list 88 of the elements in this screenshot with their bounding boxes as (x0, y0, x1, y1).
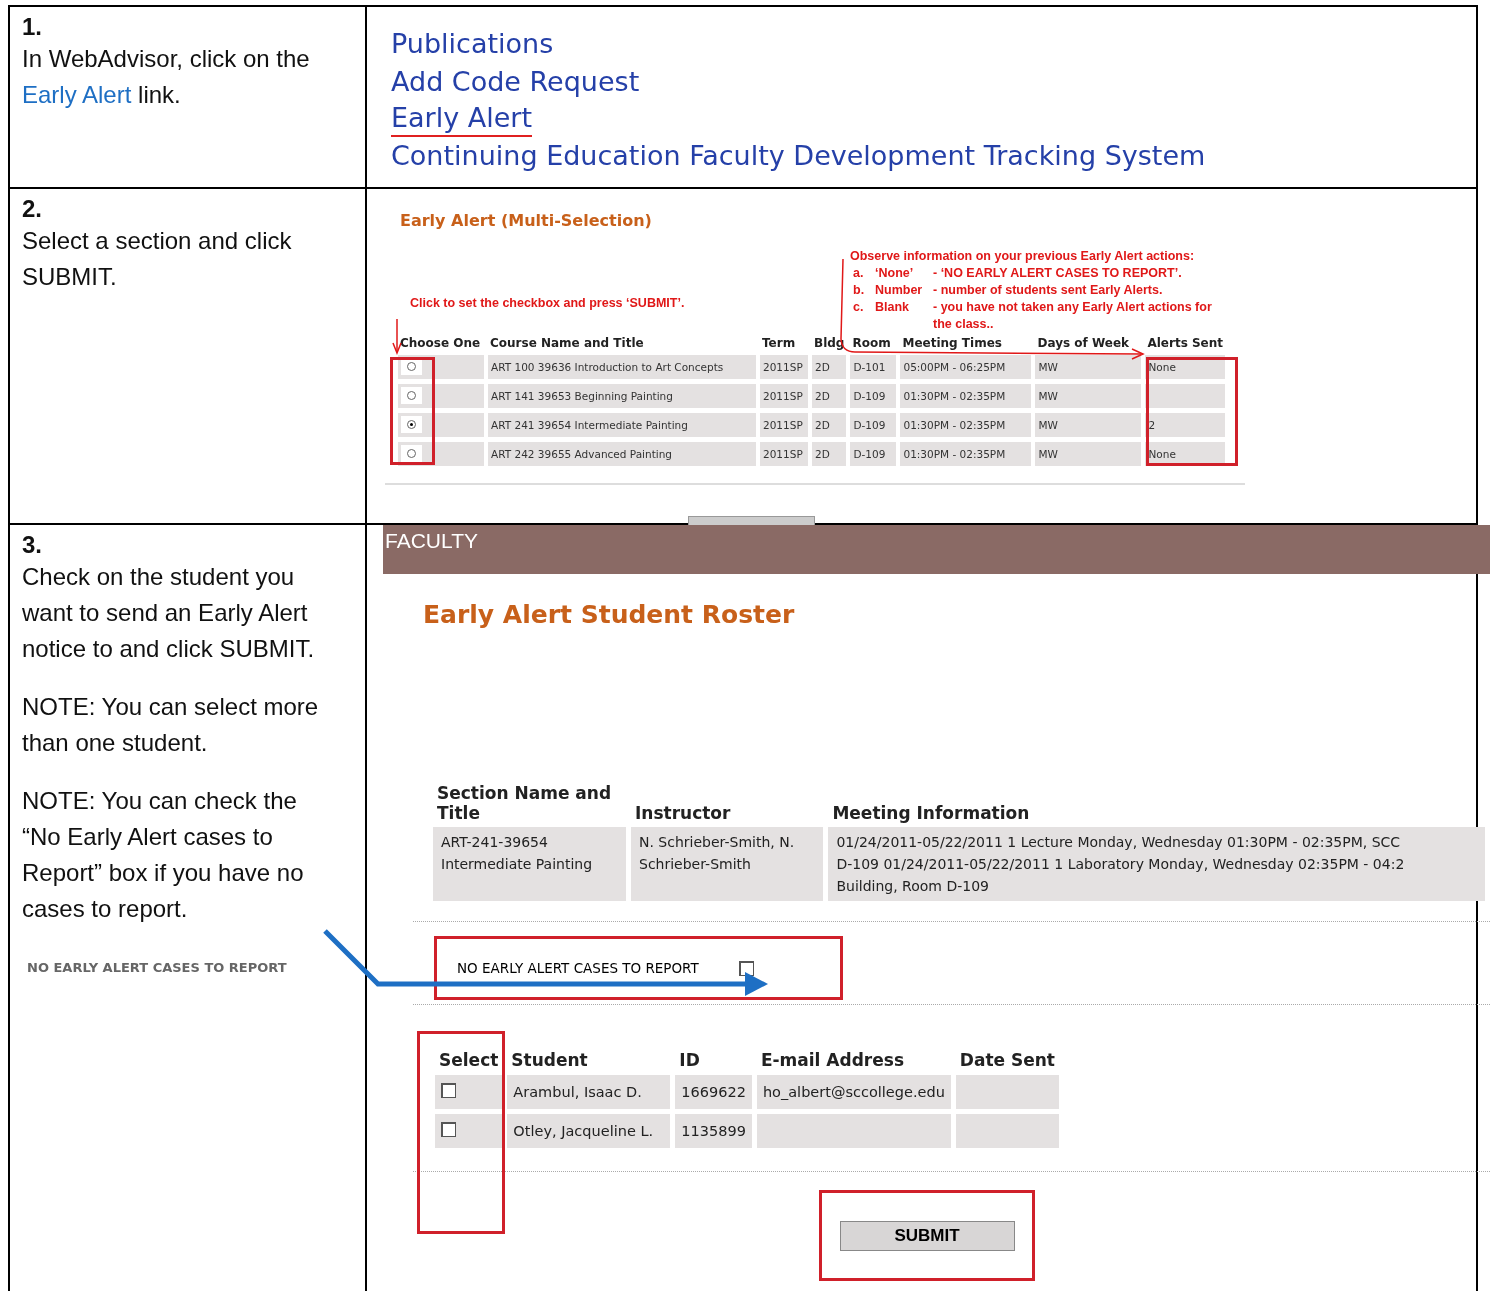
table-cell: N. Schrieber-Smith, N. Schrieber-Smith (631, 827, 824, 901)
table-cell: 01:30PM - 02:35PM (900, 384, 1032, 408)
radio-button[interactable] (407, 361, 416, 371)
annotation-text: - number of students sent Early Alerts. (933, 282, 1164, 299)
page-title: Early Alert Student Roster (423, 600, 796, 629)
column-header: Meeting Information (831, 802, 1031, 823)
inset-label: NO EARLY ALERT CASES TO REPORT (27, 960, 287, 975)
annotation-term: Blank (875, 299, 911, 316)
column-header: ID (678, 1050, 701, 1070)
checkbox-label: NO EARLY ALERT CASES TO REPORT (457, 960, 699, 976)
column-header: Select (438, 1050, 500, 1070)
column-header: Choose One (399, 336, 482, 350)
early-alert-link[interactable]: Early Alert (22, 81, 132, 108)
table-cell: 01/24/2011-05/22/2011 1 Lecture Monday, Wednesday 01:30PM - 02:35PM, SCC D-109 01/24/2011-05/22/2011 1 Laboratory Monday, Wednesday 02:35PM - 04:2 Building, Room D-109 (828, 827, 1485, 901)
column-header: Term (761, 336, 797, 350)
radio-button[interactable] (407, 419, 416, 429)
annotation-term: ‘None’ (875, 265, 915, 282)
table-cell: D-109 (850, 442, 897, 466)
radio-button[interactable] (407, 448, 416, 458)
step-number: 1. (22, 13, 43, 41)
page-title: Early Alert (Multi-Selection) (400, 211, 652, 230)
checkbox[interactable] (441, 1122, 456, 1137)
table-cell: D-109 (850, 413, 897, 437)
annotation-heading: Observe information on your previous Early Alert actions: (850, 248, 1196, 265)
list-letter: c. (853, 299, 865, 316)
annotation-text: - you have not taken any Early Alert actions for the class.. (933, 299, 1213, 333)
list-letter: a. (853, 265, 865, 282)
submit-button[interactable] (688, 516, 815, 526)
table-cell: ART 100 39636 Introduction to Art Concepts (488, 355, 756, 379)
table-cell: 1135899 (675, 1114, 752, 1148)
column-header: Days of Week (1036, 336, 1130, 350)
table-cell: ho_albert@sccollege.edu (756, 1075, 951, 1109)
column-header: Instructor (634, 802, 732, 823)
table-cell: Otley, Jacqueline L. (507, 1114, 671, 1148)
table-cell: ART 241 39654 Intermediate Painting (488, 413, 756, 437)
table-cell: ART 141 39653 Beginning Painting (488, 384, 756, 408)
annotation-arrow (392, 318, 402, 355)
menu-link[interactable]: Add Code Request (391, 63, 640, 101)
column-header: Meeting Times (901, 336, 1003, 350)
table-cell: 2D (812, 413, 847, 437)
table-cell: 2011SP (760, 442, 808, 466)
checkbox[interactable] (738, 960, 754, 976)
table-cell: 2D (812, 355, 847, 379)
table-cell: 01:30PM - 02:35PM (900, 413, 1032, 437)
table-cell: 2011SP (760, 355, 808, 379)
step-number: 3. (22, 531, 43, 559)
table-cell: Arambul, Isaac D. (507, 1075, 671, 1109)
table-cell: 2D (812, 442, 847, 466)
step-text: Check on the student you want to send an Early Alert notice to and click SUBMIT. (22, 562, 316, 664)
table-cell: MW (1035, 442, 1142, 466)
menu-link[interactable]: Continuing Education Faculty Development Tracking System (391, 137, 1206, 175)
table-cell: 2011SP (760, 384, 808, 408)
table-cell: ART-241-39654 Intermediate Painting (433, 827, 626, 901)
column-header: Date Sent (958, 1050, 1056, 1070)
table-cell: MW (1035, 355, 1142, 379)
radio-button[interactable] (407, 390, 416, 400)
column-header: Course Name and Title (489, 336, 645, 350)
menu-link[interactable]: Early Alert (391, 101, 533, 137)
table-cell: 05:00PM - 06:25PM (900, 355, 1032, 379)
header-bar: FACULTY (383, 525, 1490, 574)
step-text: NOTE: You can select more than one student. (22, 692, 320, 758)
table-cell: 2011SP (760, 413, 808, 437)
table-cell: None (1145, 442, 1226, 466)
step-number: 2. (22, 195, 43, 223)
step-text: In WebAdvisor, click on the Early Alert link. (22, 44, 311, 110)
submit-button[interactable]: SUBMIT (839, 1220, 1015, 1251)
table-cell: 2 (1145, 413, 1226, 437)
menu-link[interactable]: Publications (391, 25, 554, 63)
column-header: Section Name and Title (436, 783, 613, 823)
annotation-text: - ‘NO EARLY ALERT CASES TO REPORT’. (933, 265, 1183, 282)
table-cell: D-101 (850, 355, 897, 379)
column-header: Room (851, 336, 892, 350)
table-cell: 01:30PM - 02:35PM (900, 442, 1032, 466)
annotation-term: Number (875, 282, 924, 299)
step-text: NOTE: You can check the “No Early Alert cases to Report” box if you have no cases to report. (22, 786, 305, 924)
table-cell: MW (1035, 384, 1142, 408)
annotation-text: Click to set the checkbox and press ‘SUBMIT’. (410, 296, 685, 310)
column-header: Alerts Sent (1146, 336, 1225, 350)
step-text: Select a section and click SUBMIT. (22, 226, 293, 292)
table-cell: 1669622 (675, 1075, 752, 1109)
list-letter: b. (853, 282, 866, 299)
table-cell: 2D (812, 384, 847, 408)
column-header: Student (510, 1050, 589, 1070)
table-cell: MW (1035, 413, 1142, 437)
table-cell: D-109 (850, 384, 897, 408)
table-cell: ART 242 39655 Advanced Painting (488, 442, 756, 466)
column-header: E-mail Address (759, 1050, 905, 1070)
checkbox[interactable] (441, 1083, 456, 1098)
